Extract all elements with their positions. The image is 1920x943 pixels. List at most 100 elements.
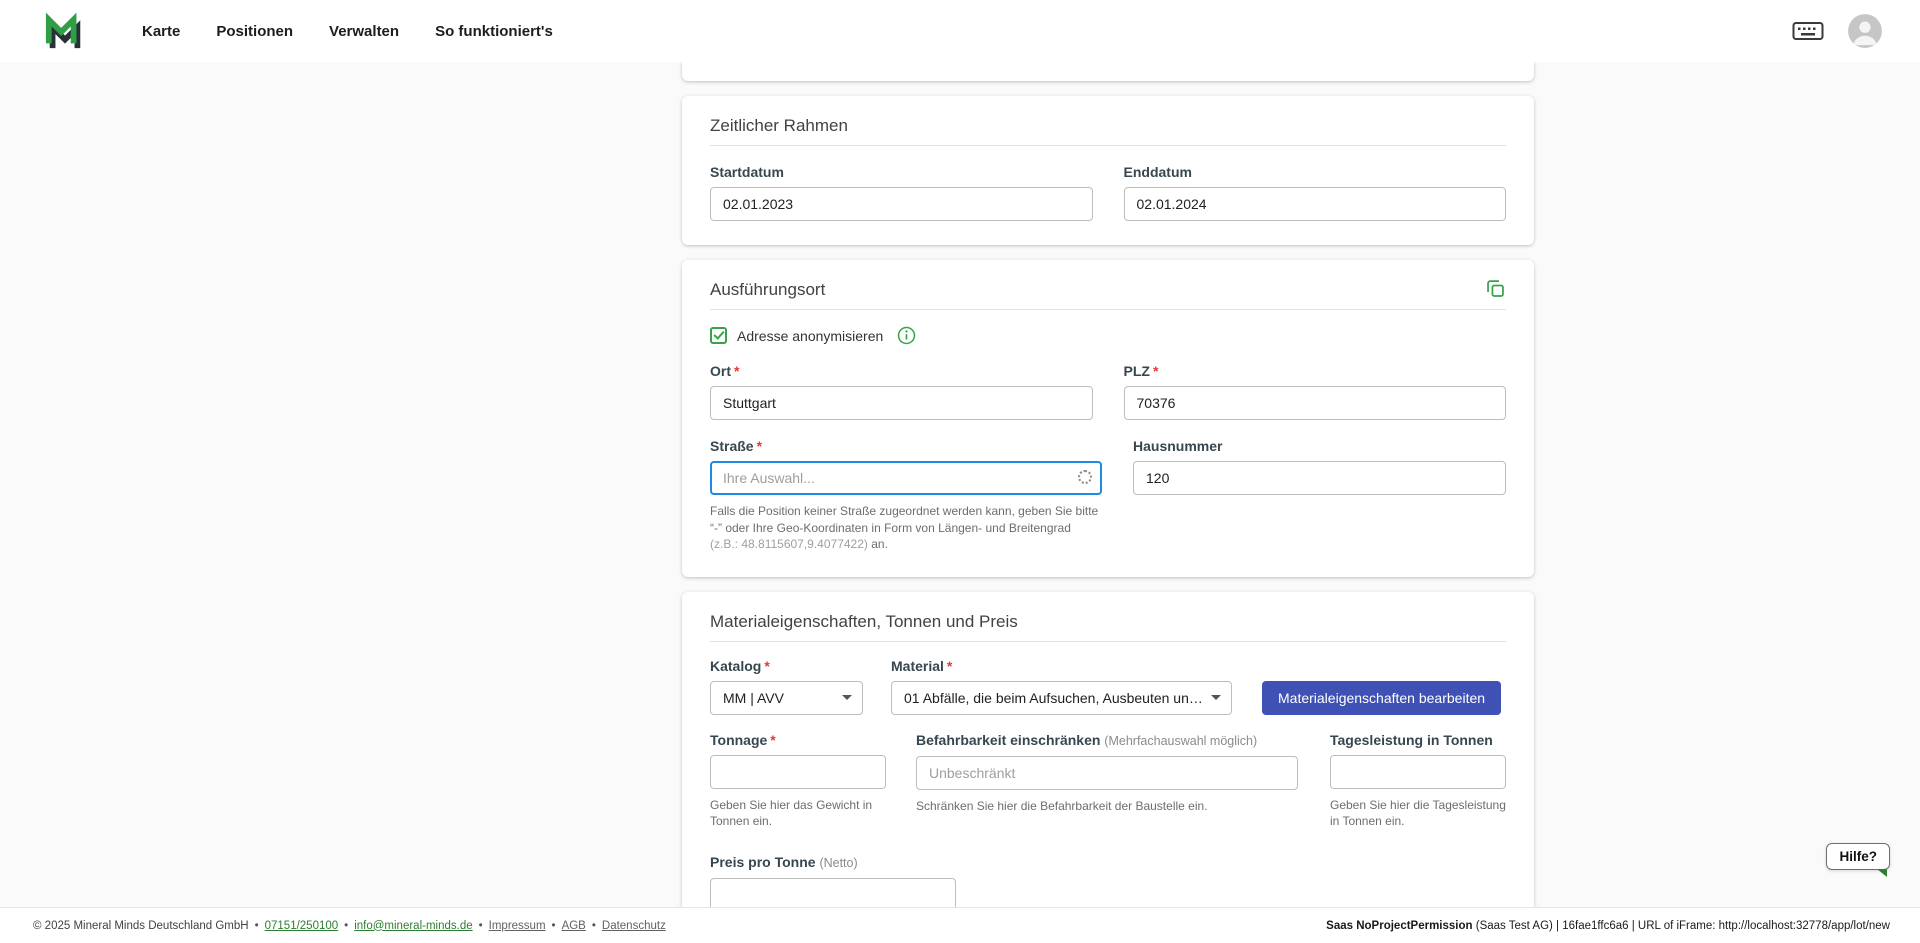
tagesleistung-label: Tagesleistung in Tonnen — [1330, 732, 1506, 749]
title-divider — [710, 309, 1506, 310]
enddatum-input[interactable] — [1124, 187, 1507, 221]
edit-material-properties-button[interactable]: Materialeigenschaften bearbeiten — [1262, 681, 1501, 715]
anonymize-label[interactable]: Adresse anonymisieren — [737, 328, 883, 344]
footer-phone-link[interactable]: 07151/250100 — [265, 920, 339, 932]
required-marker: * — [734, 363, 739, 379]
footer-env-details: (Saas Test AG) | 16fae1ffc6a6 | URL of i… — [1473, 920, 1890, 932]
lot-form: Zeitlicher Rahmen Startdatum Enddatum Au… — [682, 62, 1534, 943]
befahrbarkeit-helper-text: Schränken Sie hier die Befahrbarkeit der… — [916, 798, 1298, 815]
nav-item-positionen[interactable]: Positionen — [216, 23, 293, 40]
katalog-field: Katalog* MM | AVV — [710, 658, 863, 715]
plz-label-text: PLZ — [1124, 363, 1150, 379]
startdatum-field: Startdatum — [710, 164, 1093, 221]
tonnage-input[interactable] — [710, 755, 886, 789]
copy-icon[interactable] — [1485, 278, 1506, 299]
help-button-label: Hilfe? — [1839, 849, 1877, 864]
title-divider — [710, 145, 1506, 146]
nav-links: Karte Positionen Verwalten So funktionie… — [142, 23, 553, 40]
material-label-text: Material — [891, 658, 944, 674]
material-title: Materialeigenschaften, Tonnen und Preis — [710, 612, 1506, 632]
hausnummer-input[interactable] — [1133, 461, 1506, 495]
footer-env-name: Saas NoProjectPermission — [1326, 920, 1472, 932]
ort-label-text: Ort — [710, 363, 731, 379]
material-select-value: 01 Abfälle, die beim Aufsuchen, Ausbeute… — [904, 690, 1203, 706]
strasse-label: Straße* — [710, 438, 1102, 455]
startdatum-label: Startdatum — [710, 164, 1093, 181]
enddatum-field: Enddatum — [1124, 164, 1507, 221]
separator — [473, 920, 489, 932]
strasse-helper-example: (z.B.: 48.8115607,9.4077422) — [710, 537, 868, 551]
navbar: Karte Positionen Verwalten So funktionie… — [0, 0, 1920, 62]
location-card: Ausführungsort Adresse anonymisieren — [682, 260, 1534, 577]
required-marker: * — [757, 438, 762, 454]
footer-env-info: Saas NoProjectPermission (Saas Test AG) … — [1326, 920, 1890, 932]
tonnage-field: Tonnage* Geben Sie hier das Gewicht in T… — [710, 732, 886, 830]
time-frame-card: Zeitlicher Rahmen Startdatum Enddatum — [682, 96, 1534, 245]
footer-copyright: © 2025 Mineral Minds Deutschland GmbH — [33, 920, 249, 932]
ort-input[interactable] — [710, 386, 1093, 420]
anonymize-checkbox[interactable] — [710, 327, 727, 344]
navbar-right — [1792, 14, 1882, 48]
tagesleistung-helper-text: Geben Sie hier die Tagesleistung in Tonn… — [1330, 797, 1506, 830]
befahrbarkeit-hint: (Mehrfachauswahl möglich) — [1104, 734, 1257, 748]
help-button[interactable]: Hilfe? — [1826, 843, 1890, 870]
anonymize-row: Adresse anonymisieren — [710, 326, 1506, 345]
separator — [546, 920, 562, 932]
hausnummer-label: Hausnummer — [1133, 438, 1506, 455]
material-select[interactable]: 01 Abfälle, die beim Aufsuchen, Ausbeute… — [891, 681, 1232, 715]
befahrbarkeit-input[interactable] — [916, 756, 1298, 790]
strasse-label-text: Straße — [710, 438, 754, 454]
ort-field: Ort* — [710, 363, 1093, 420]
enddatum-label: Enddatum — [1124, 164, 1507, 181]
separator — [249, 920, 265, 932]
preis-hint: (Netto) — [819, 856, 857, 870]
material-card: Materialeigenschaften, Tonnen und Preis … — [682, 592, 1534, 936]
hausnummer-field: Hausnummer — [1133, 438, 1506, 553]
ort-label: Ort* — [710, 363, 1093, 380]
katalog-select[interactable]: MM | AVV — [710, 681, 863, 715]
material-label: Material* — [891, 658, 1232, 675]
loading-spinner-icon — [1078, 470, 1092, 484]
footer-email-link[interactable]: info@mineral-minds.de — [354, 920, 472, 932]
footer-left: © 2025 Mineral Minds Deutschland GmbH 07… — [33, 920, 666, 932]
nav-item-so-funktionierts[interactable]: So funktioniert's — [435, 23, 553, 40]
strasse-input[interactable] — [710, 461, 1102, 495]
required-marker: * — [1153, 363, 1158, 379]
info-icon[interactable] — [897, 326, 916, 345]
strasse-helper-main: Falls die Position keiner Straße zugeord… — [710, 504, 1098, 535]
location-title: Ausführungsort — [710, 280, 825, 300]
tagesleistung-field: Tagesleistung in Tonnen Geben Sie hier d… — [1330, 732, 1506, 830]
tagesleistung-input[interactable] — [1330, 755, 1506, 789]
katalog-label-text: Katalog — [710, 658, 761, 674]
befahrbarkeit-field: Befahrbarkeit einschränken (Mehrfachausw… — [916, 732, 1298, 815]
mineral-minds-logo-icon — [44, 10, 86, 52]
footer-agb-link[interactable]: AGB — [562, 920, 586, 932]
strasse-helper-end: an. — [868, 537, 888, 551]
plz-input[interactable] — [1124, 386, 1507, 420]
required-marker: * — [947, 658, 952, 674]
footer-datenschutz-link[interactable]: Datenschutz — [602, 920, 666, 932]
keyboard-icon[interactable] — [1792, 20, 1824, 42]
nav-item-verwalten[interactable]: Verwalten — [329, 23, 399, 40]
time-frame-title: Zeitlicher Rahmen — [710, 116, 1506, 136]
previous-card-partial — [682, 62, 1534, 81]
preis-field: Preis pro Tonne (Netto) — [710, 854, 1506, 912]
befahrbarkeit-label: Befahrbarkeit einschränken (Mehrfachausw… — [916, 732, 1298, 750]
avatar[interactable] — [1848, 14, 1882, 48]
preis-label: Preis pro Tonne (Netto) — [710, 854, 1506, 872]
footer: © 2025 Mineral Minds Deutschland GmbH 07… — [0, 907, 1920, 943]
logo[interactable] — [44, 10, 86, 52]
chevron-down-icon — [842, 695, 852, 700]
separator — [586, 920, 602, 932]
nav-item-karte[interactable]: Karte — [142, 23, 180, 40]
required-marker: * — [770, 732, 775, 748]
footer-impressum-link[interactable]: Impressum — [489, 920, 546, 932]
strasse-field: Straße* Falls die Position keiner Straße… — [710, 438, 1102, 553]
startdatum-input[interactable] — [710, 187, 1093, 221]
katalog-select-value: MM | AVV — [723, 690, 784, 706]
plz-label: PLZ* — [1124, 363, 1507, 380]
material-field: Material* 01 Abfälle, die beim Aufsuchen… — [891, 658, 1232, 715]
required-marker: * — [764, 658, 769, 674]
tonnage-helper-text: Geben Sie hier das Gewicht in Tonnen ein… — [710, 797, 886, 830]
separator — [338, 920, 354, 932]
